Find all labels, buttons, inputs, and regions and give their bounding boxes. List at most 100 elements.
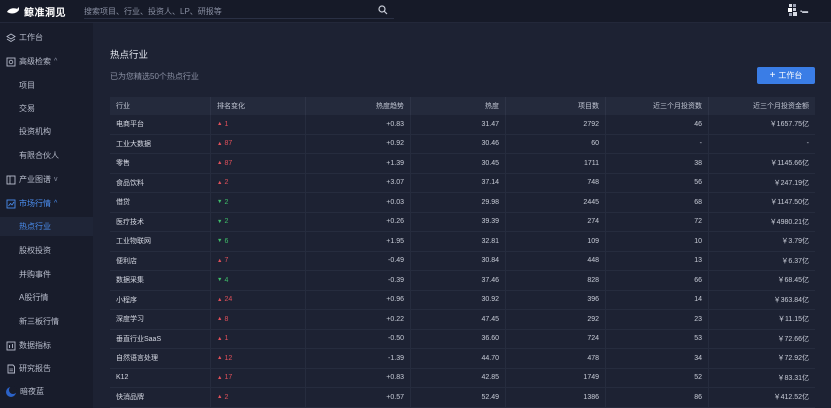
search-input[interactable]: 搜索项目、行业、投资人、LP、研报等 xyxy=(84,3,394,19)
cell-industry[interactable]: 借贷 xyxy=(110,193,211,212)
cell-project-count: 828 xyxy=(506,271,606,290)
cell-investments-3m: 56 xyxy=(606,173,709,192)
sidebar-item-label: 新三板行情 xyxy=(19,317,59,326)
cell-heat: 30.45 xyxy=(411,154,506,173)
cell-heat: 32.81 xyxy=(411,232,506,251)
column-header-project-count[interactable]: 项目数 xyxy=(506,97,606,115)
cell-project-count: 274 xyxy=(506,212,606,231)
sidebar-item-investors[interactable]: 投资机构 xyxy=(0,122,93,141)
cell-rank-change: ▲ 24 xyxy=(211,290,306,309)
cell-industry[interactable]: 食品饮料 xyxy=(110,173,211,192)
sidebar-item-neeq[interactable]: 新三板行情 xyxy=(0,312,93,331)
hot-industries-table: 行业 排名变化 热度趋势 热度 项目数 近三个月投资数 近三个月投资金额 电商平… xyxy=(110,97,815,408)
rank-change-value: 2 xyxy=(224,218,229,226)
table-row[interactable]: 深度学习 ▲ 8 +0.22 47.45 292 23 ￥11.15亿 xyxy=(110,310,815,330)
sidebar-item-deals[interactable]: 交易 xyxy=(0,99,93,118)
table-row[interactable]: K12 ▲ 17 +0.83 42.85 1749 52 ￥83.31亿 xyxy=(110,368,815,388)
table-row[interactable]: 零售 ▲ 87 +1.39 30.45 1711 38 ￥1145.66亿 xyxy=(110,154,815,174)
cell-heat: 52.49 xyxy=(411,388,506,407)
cell-investments-3m: 68 xyxy=(606,193,709,212)
column-header-rank-change[interactable]: 排名变化 xyxy=(211,97,306,115)
theme-moon-icon xyxy=(6,385,17,397)
column-header-investments-3m[interactable]: 近三个月投资数 xyxy=(606,97,709,115)
cell-investments-3m: 38 xyxy=(606,154,709,173)
cell-industry[interactable]: K12 xyxy=(110,368,211,387)
plus-icon: + xyxy=(769,69,776,81)
table-row[interactable]: 工业大数据 ▲ 87 +0.92 30.46 60- - xyxy=(110,134,815,154)
sidebar-item-workbench[interactable]: 工作台 xyxy=(0,28,93,47)
sidebar-item-advanced-search[interactable]: 高级检索 ^ xyxy=(0,52,93,71)
arrow-up-icon: ▲ xyxy=(217,394,223,401)
rank-change-value: 1 xyxy=(224,335,229,343)
cell-industry[interactable]: 电商平台 xyxy=(110,115,211,134)
sidebar-item-label: 市场行情 xyxy=(19,199,51,208)
column-header-industry[interactable]: 行业 xyxy=(110,97,211,115)
sidebar-item-data-metrics[interactable]: 数据指标 xyxy=(0,336,93,355)
table-row[interactable]: 自然语言处理 ▲ 12 -1.39 44.70 478 34 ￥72.92亿 xyxy=(110,349,815,369)
sidebar-item-mna-events[interactable]: 并购事件 xyxy=(0,265,93,284)
table-row[interactable]: 食品饮料 ▲ 2 +3.07 37.14 748 56 ￥247.19亿 xyxy=(110,173,815,193)
cell-project-count: 396 xyxy=(506,290,606,309)
rank-change-value: 87 xyxy=(224,140,233,148)
table-row[interactable]: 便利店 ▲ 7 -0.49 30.84 448 13 ￥6.37亿 xyxy=(110,251,815,271)
cell-project-count: 60 xyxy=(506,134,606,153)
cell-rank-change: ▲ 17 xyxy=(211,368,306,387)
cell-industry[interactable]: 快消品牌 xyxy=(110,388,211,407)
cell-investments-3m: 52 xyxy=(606,368,709,387)
table-row[interactable]: 借贷 ▼ 2 +0.03 29.98 2445 68 ￥1147.50亿 xyxy=(110,193,815,213)
arrow-up-icon: ▲ xyxy=(217,257,223,264)
cell-heat: 42.85 xyxy=(411,368,506,387)
table-row[interactable]: 医疗技术 ▼ 2 +0.26 39.39 274 72 ￥4980.21亿 xyxy=(110,212,815,232)
table-row[interactable]: 工业物联网 ▼ 6 +1.95 32.81 109 10 ￥3.79亿 xyxy=(110,232,815,252)
cell-industry[interactable]: 便利店 xyxy=(110,251,211,270)
cell-rank-change: ▲ 1 xyxy=(211,329,306,348)
cell-industry[interactable]: 自然语言处理 xyxy=(110,349,211,368)
cell-project-count: 109 xyxy=(506,232,606,251)
cell-industry[interactable]: 垂直行业SaaS xyxy=(110,329,211,348)
sidebar-item-market[interactable]: 市场行情 ^ xyxy=(0,194,93,213)
add-to-workbench-button[interactable]: + 工作台 xyxy=(757,67,815,84)
cell-project-count: 448 xyxy=(506,251,606,270)
rank-change-value: 2 xyxy=(224,393,229,401)
rank-change-value: 24 xyxy=(224,296,233,304)
table-row[interactable]: 快消品牌 ▲ 2 +0.57 52.49 1386 86 ￥412.52亿 xyxy=(110,388,815,408)
sidebar-item-label: 研究报告 xyxy=(19,364,51,373)
table-row[interactable]: 数据采集 ▼ 4 -0.39 37.46 828 66 ￥68.45亿 xyxy=(110,271,815,291)
cell-industry[interactable]: 工业大数据 xyxy=(110,134,211,153)
column-header-amount-3m[interactable]: 近三个月投资金额 xyxy=(709,97,815,115)
user-avatar[interactable]: ▪▬ xyxy=(787,3,808,19)
sidebar-item-equity-investment[interactable]: 股权投资 xyxy=(0,241,93,260)
logo[interactable]: 鲸准洞见 xyxy=(6,4,66,19)
rank-change-value: 12 xyxy=(224,354,233,362)
sidebar-item-label: 股权投资 xyxy=(19,246,51,255)
column-header-heat-trend[interactable]: 热度趋势 xyxy=(306,97,411,115)
rank-change-value: 7 xyxy=(224,257,229,265)
search-icon[interactable] xyxy=(378,5,388,15)
sidebar-item-hot-industries[interactable]: 热点行业 xyxy=(0,217,93,236)
table-row[interactable]: 电商平台 ▲ 1 +0.83 31.47 2792 46 ￥1657.75亿 xyxy=(110,115,815,135)
sidebar-item-industry-map[interactable]: 产业图谱 v xyxy=(0,170,93,189)
sidebar-item-lps[interactable]: 有限合伙人 xyxy=(0,146,93,165)
table-row[interactable]: 垂直行业SaaS ▲ 1 -0.50 36.60 724 53 ￥72.66亿 xyxy=(110,329,815,349)
table-row[interactable]: 小程序 ▲ 24 +0.96 30.92 396 14 ￥363.84亿 xyxy=(110,290,815,310)
cell-amount-3m: ￥363.84亿 xyxy=(773,296,809,304)
logo-text: 鲸准洞见 xyxy=(24,7,66,19)
cell-industry[interactable]: 小程序 xyxy=(110,290,211,309)
cell-industry[interactable]: 零售 xyxy=(110,154,211,173)
cell-industry[interactable]: 深度学习 xyxy=(110,310,211,329)
cell-amount-3m: ￥11.15亿 xyxy=(778,316,809,324)
theme-label: 暗夜蓝 xyxy=(20,387,44,396)
sidebar-item-label: 高级检索 xyxy=(19,57,51,66)
cell-industry[interactable]: 医疗技术 xyxy=(110,212,211,231)
cell-investments-3m: 86 xyxy=(606,388,709,407)
cell-industry[interactable]: 工业物联网 xyxy=(110,232,211,251)
column-header-heat[interactable]: 热度 xyxy=(411,97,506,115)
page-subtitle: 已为您精选50个热点行业 xyxy=(110,72,199,81)
rank-change-value: 2 xyxy=(224,198,229,206)
sidebar-item-research-reports[interactable]: 研究报告 xyxy=(0,359,93,378)
cell-industry[interactable]: 数据采集 xyxy=(110,271,211,290)
theme-toggle[interactable]: 暗夜蓝 xyxy=(0,382,93,401)
sidebar-item-a-share[interactable]: A股行情 xyxy=(0,288,93,307)
sidebar-item-projects[interactable]: 项目 xyxy=(0,76,93,95)
cell-amount-3m: - xyxy=(806,140,809,148)
